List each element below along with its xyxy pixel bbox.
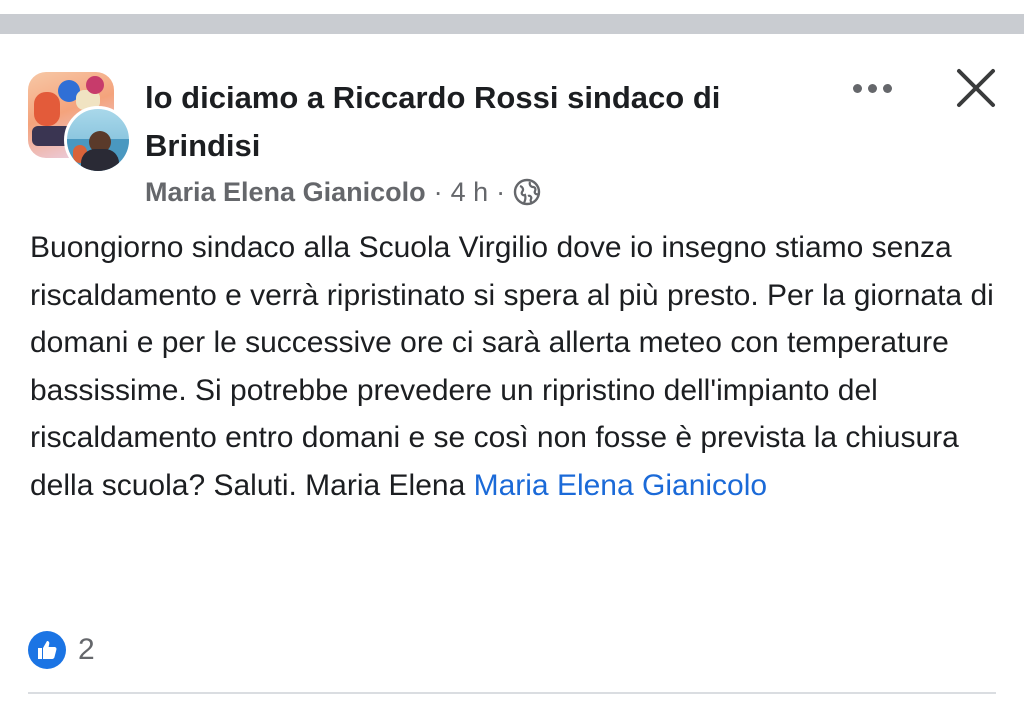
close-icon [957, 69, 995, 107]
top-strip [0, 0, 1024, 34]
post-title[interactable]: lo diciamo a Riccardo Rossi sindaco di B… [145, 74, 835, 170]
close-button[interactable] [952, 64, 1000, 112]
author-mention-link[interactable]: Maria Elena Gianicolo [474, 469, 767, 502]
author-avatar[interactable] [64, 106, 132, 174]
author-name[interactable]: Maria Elena Gianicolo [145, 177, 426, 208]
post-avatars[interactable] [28, 72, 132, 174]
more-options-button[interactable] [845, 74, 899, 102]
more-dot [867, 83, 877, 93]
divider [28, 692, 996, 694]
post-timestamp[interactable]: 4 h [451, 177, 489, 208]
post-card: lo diciamo a Riccardo Rossi sindaco di B… [0, 34, 1024, 721]
like-icon [28, 631, 66, 669]
globe-icon[interactable] [513, 178, 541, 206]
post-meta: Maria Elena Gianicolo · 4 h · [145, 174, 541, 210]
post-body: Buongiorno sindaco alla Scuola Virgilio … [30, 224, 1000, 509]
more-horizontal-icon [852, 83, 862, 93]
more-dot [882, 83, 892, 93]
reaction-count: 2 [78, 633, 95, 666]
post-body-text: Buongiorno sindaco alla Scuola Virgilio … [30, 231, 994, 502]
meta-separator: · [433, 176, 443, 207]
reactions-summary[interactable]: 2 [28, 630, 95, 670]
previous-card-edge [0, 14, 1024, 34]
meta-separator: · [496, 176, 506, 207]
